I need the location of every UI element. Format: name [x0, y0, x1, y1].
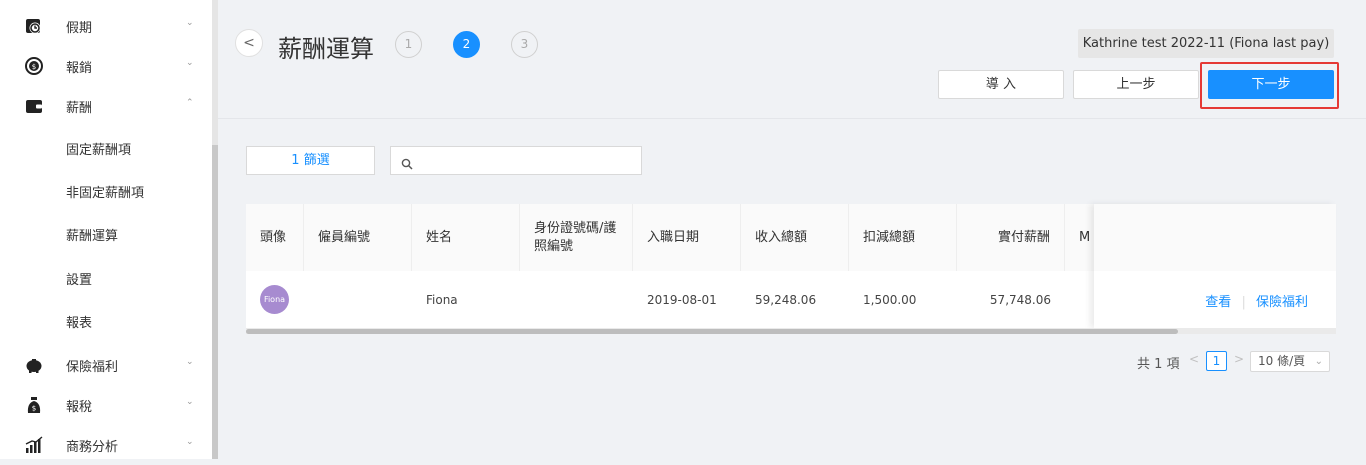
avatar: Fiona [260, 285, 289, 314]
chevron-down-icon: ⌄ [186, 58, 194, 68]
wallet-icon [24, 96, 44, 116]
filter-button[interactable]: 1 篩選 [246, 146, 375, 175]
highlight-box [1200, 62, 1339, 109]
column-header-avatar: 頭像 [246, 204, 304, 271]
sidebar-subitem-settings[interactable]: 設置 [0, 260, 212, 296]
sidebar-subitem-variable-pay[interactable]: 非固定薪酬項 [0, 173, 212, 209]
sidebar-scrollbar-thumb[interactable] [212, 145, 218, 459]
step-3: 3 [511, 31, 538, 58]
previous-step-button[interactable]: 上一步 [1073, 70, 1199, 99]
sidebar-subitem-reports[interactable]: 報表 [0, 303, 212, 339]
sidebar-item-reimbursement[interactable]: $ 報銷 ⌄ [0, 46, 212, 86]
clock-calendar-icon [24, 16, 44, 36]
sidebar-subitem-payroll-calc[interactable]: 薪酬運算 [0, 216, 212, 252]
bar-chart-icon [24, 435, 44, 455]
payroll-table: 頭像 僱員編號 姓名 身份證號碼/護照編號 入職日期 收入總額 扣減總額 實付薪… [246, 204, 1336, 328]
pagination-page-1[interactable]: 1 [1206, 351, 1227, 371]
join-date-cell: 2019-08-01 [647, 292, 717, 307]
actions-column: 查看 | 保險福利 [1094, 204, 1336, 328]
id-no-cell [520, 271, 633, 328]
page-size-value: 10 條/頁 [1258, 354, 1306, 368]
chevron-down-icon: ⌄ [186, 397, 194, 407]
payroll-name-tag: Kathrine test 2022-11 (Fiona last pay) [1078, 29, 1334, 58]
actions-header [1094, 204, 1336, 271]
sidebar-item-leave[interactable]: 假期 ⌄ [0, 6, 212, 46]
column-header-gross: 收入總額 [741, 204, 849, 271]
table-scrollbar-thumb[interactable] [246, 329, 1178, 334]
chevron-down-icon: ⌄ [1314, 356, 1323, 367]
view-link[interactable]: 查看 [1205, 295, 1231, 310]
svg-text:$: $ [32, 405, 36, 413]
insurance-benefits-link[interactable]: 保險福利 [1256, 295, 1308, 310]
chevron-down-icon: ⌄ [186, 357, 194, 367]
sidebar-subitem-label: 報表 [66, 316, 93, 331]
svg-text:$: $ [32, 63, 36, 71]
sidebar: 假期 ⌄ $ 報銷 ⌄ 薪酬 ⌃ 固定薪酬項 非固定薪酬項 薪酬運算 設置 報表… [0, 0, 212, 459]
pagination-next-icon[interactable]: > [1234, 352, 1244, 366]
chevron-down-icon: ⌄ [186, 437, 194, 447]
sidebar-item-tax[interactable]: $ 報稅 ⌄ [0, 385, 212, 425]
search-field[interactable] [390, 146, 642, 175]
column-header-join-date: 入職日期 [633, 204, 741, 271]
sidebar-item-label: 商務分析 [66, 440, 119, 455]
step-2-active: 2 [453, 31, 480, 58]
action-divider: | [1241, 295, 1246, 310]
sidebar-subitem-label: 非固定薪酬項 [66, 186, 145, 201]
import-button[interactable]: 導 入 [938, 70, 1064, 99]
deduction-cell: 1,500.00 [863, 292, 917, 307]
sidebar-item-business-analytics[interactable]: 商務分析 ⌄ [0, 425, 212, 465]
page-size-select[interactable]: 10 條/頁 ⌄ [1250, 351, 1330, 372]
sidebar-subitem-label: 設置 [66, 273, 93, 288]
name-cell: Fiona [426, 292, 458, 307]
column-header-deduction: 扣減總額 [849, 204, 957, 271]
chevron-down-icon: ⌄ [186, 18, 194, 28]
gross-cell: 59,248.06 [755, 292, 817, 307]
pagination-prev-icon[interactable]: < [1189, 352, 1199, 366]
sidebar-item-insurance[interactable]: 保險福利 ⌄ [0, 345, 212, 385]
sidebar-item-label: 報銷 [66, 61, 93, 76]
search-icon [401, 155, 413, 170]
sidebar-subitem-label: 薪酬運算 [66, 229, 119, 244]
sidebar-item-label: 保險福利 [66, 360, 119, 375]
sidebar-item-label: 薪酬 [66, 101, 93, 116]
sidebar-item-label: 假期 [66, 21, 93, 36]
net-pay-cell: 57,748.06 [989, 292, 1051, 307]
search-input[interactable] [419, 151, 633, 171]
avatar-cell: Fiona [246, 271, 304, 328]
column-header-name: 姓名 [412, 204, 520, 271]
page-header [218, 0, 1366, 119]
column-header-id-no: 身份證號碼/護照編號 [520, 204, 633, 271]
actions-cell: 查看 | 保險福利 [1205, 291, 1308, 310]
column-header-employee-no: 僱員編號 [304, 204, 412, 271]
column-header-net-pay: 實付薪酬 [957, 204, 1065, 271]
sidebar-subitem-label: 固定薪酬項 [66, 143, 132, 158]
step-1: 1 [395, 31, 422, 58]
page-title: 薪酬運算 [278, 35, 374, 63]
sidebar-item-label: 報稅 [66, 400, 93, 415]
employee-no-cell [304, 271, 412, 328]
chevron-up-icon: ⌃ [186, 98, 194, 108]
money-bag-icon: $ [24, 395, 44, 415]
sidebar-item-payroll[interactable]: 薪酬 ⌃ [0, 86, 212, 126]
pagination-total: 共 1 項 [1137, 357, 1180, 372]
money-cycle-icon: $ [24, 56, 44, 76]
back-button[interactable]: < [235, 29, 263, 57]
piggy-bank-icon [24, 355, 44, 375]
sidebar-subitem-fixed-pay[interactable]: 固定薪酬項 [0, 130, 212, 166]
